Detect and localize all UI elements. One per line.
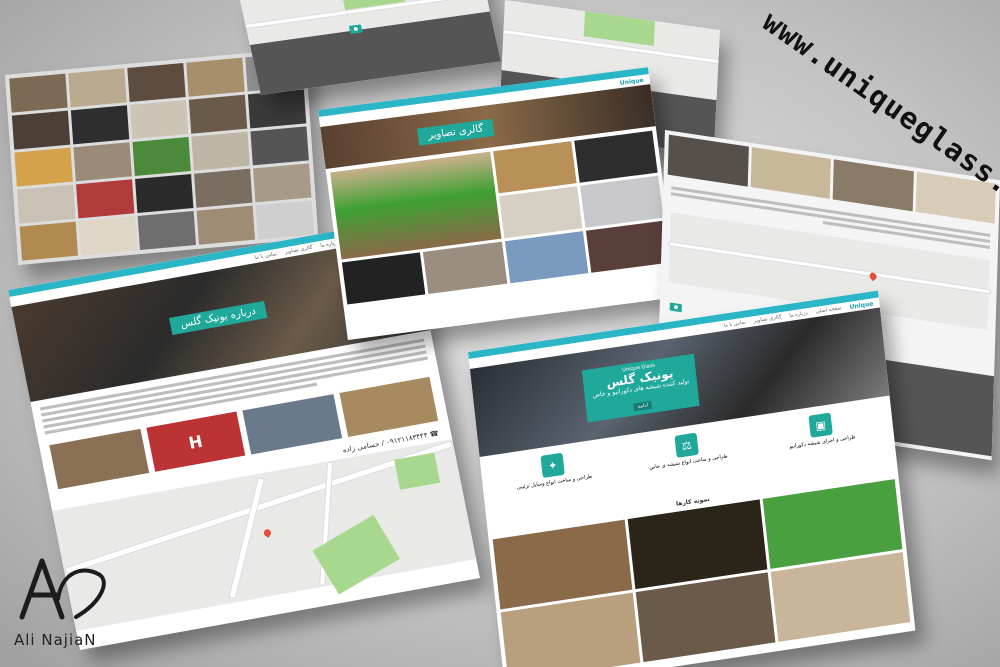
feature-card: ▣ طراحی و اجرای شیشه دکوراتیو	[764, 406, 880, 479]
lamp-icon: ✦	[540, 452, 565, 478]
send-button[interactable]: ●	[348, 24, 363, 34]
author-name: Ali NajiaN	[14, 631, 97, 649]
feature-card: ✦ طراحی و ساخت انواع وسایل تزئینی	[496, 446, 612, 518]
sofa-icon: ▣	[808, 412, 833, 438]
feature-card: ⚖ طراحی و ساخت انواع شیشه ی خاص	[630, 426, 746, 499]
an-monogram-logo-icon	[19, 558, 106, 620]
gallery-title: گالری تصاویر	[417, 118, 495, 146]
mockup-stage: تماس با ما گالری تصاویر درباره ما صفحه ا…	[0, 0, 1000, 667]
about-title: درباره یونیک گلس	[169, 300, 268, 335]
map-pin-icon	[262, 527, 273, 538]
author-signature: Ali NajiaN	[14, 555, 154, 655]
mock-page-contact-top: ●	[240, 0, 501, 96]
glass-icon: ⚖	[674, 432, 699, 458]
home-more-button[interactable]: ادامه	[633, 400, 653, 412]
home-banner: Unique Glass یونیک گلس تولید کننده شیشه …	[581, 353, 700, 423]
phone-icon: ☎	[429, 429, 440, 439]
mock-page-gallery: Unique گالری تصاویر	[318, 67, 678, 340]
mock-page-home: تماس با ما گالری تصاویر درباره ما صفحه ا…	[468, 290, 916, 667]
send-button[interactable]: ●	[669, 302, 683, 313]
